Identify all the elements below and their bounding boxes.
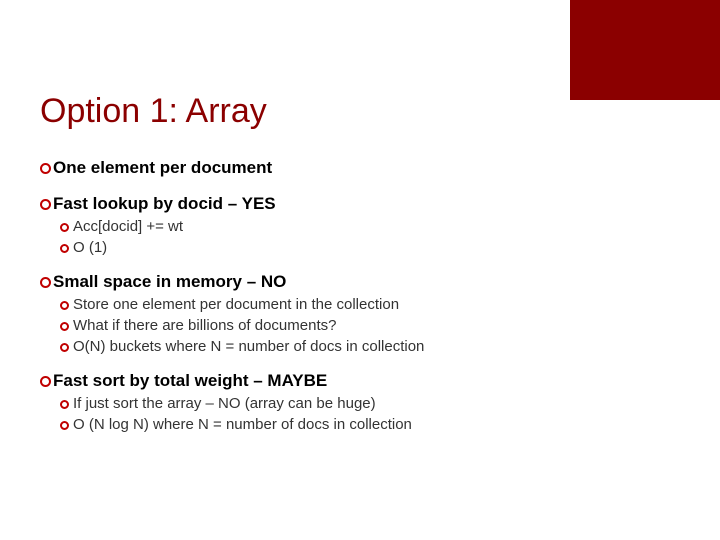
- sub-bullet-group: Store one element per document in the co…: [40, 296, 660, 355]
- bullet-sub: O(N) buckets where N = number of docs in…: [60, 338, 660, 355]
- bullet-ring-icon: [60, 223, 69, 232]
- bullet-sub-text: O (1): [73, 239, 107, 256]
- bullet-sub-text: O (N log N) where N = number of docs in …: [73, 416, 412, 433]
- bullet-ring-icon: [60, 244, 69, 253]
- bullet-sub-text: Acc[docid] += wt: [73, 218, 183, 235]
- sub-bullet-group: Acc[docid] += wt O (1): [40, 218, 660, 256]
- bullet-sub: O (N log N) where N = number of docs in …: [60, 416, 660, 433]
- bullet-sub-text: Store one element per document in the co…: [73, 296, 399, 313]
- sub-bullet-group: If just sort the array – NO (array can b…: [40, 395, 660, 433]
- bullet-sub-text: If just sort the array – NO (array can b…: [73, 395, 376, 412]
- accent-box: [570, 0, 720, 100]
- bullet-main: Fast lookup by docid – YES: [40, 194, 660, 214]
- bullet-text: Small space in memory – NO: [53, 272, 286, 292]
- slide: Option 1: Array One element per document…: [0, 0, 720, 540]
- content-area: One element per document Fast lookup by …: [40, 150, 660, 433]
- bullet-ring-icon: [40, 199, 51, 210]
- bullet-sub-text: O(N) buckets where N = number of docs in…: [73, 338, 424, 355]
- bullet-sub: What if there are billions of documents?: [60, 317, 660, 334]
- bullet-ring-icon: [40, 163, 51, 174]
- bullet-ring-icon: [60, 343, 69, 352]
- bullet-main: Small space in memory – NO: [40, 272, 660, 292]
- bullet-main: Fast sort by total weight – MAYBE: [40, 371, 660, 391]
- bullet-sub: O (1): [60, 239, 660, 256]
- bullet-sub: If just sort the array – NO (array can b…: [60, 395, 660, 412]
- bullet-ring-icon: [40, 277, 51, 288]
- bullet-ring-icon: [60, 301, 69, 310]
- bullet-ring-icon: [60, 421, 69, 430]
- bullet-ring-icon: [60, 400, 69, 409]
- bullet-text: Fast lookup by docid – YES: [53, 194, 276, 214]
- bullet-main: One element per document: [40, 158, 660, 178]
- slide-title: Option 1: Array: [40, 92, 267, 131]
- bullet-text: One element per document: [53, 158, 272, 178]
- bullet-ring-icon: [60, 322, 69, 331]
- bullet-sub: Store one element per document in the co…: [60, 296, 660, 313]
- bullet-sub-text: What if there are billions of documents?: [73, 317, 336, 334]
- bullet-text: Fast sort by total weight – MAYBE: [53, 371, 327, 391]
- bullet-sub: Acc[docid] += wt: [60, 218, 660, 235]
- bullet-ring-icon: [40, 376, 51, 387]
